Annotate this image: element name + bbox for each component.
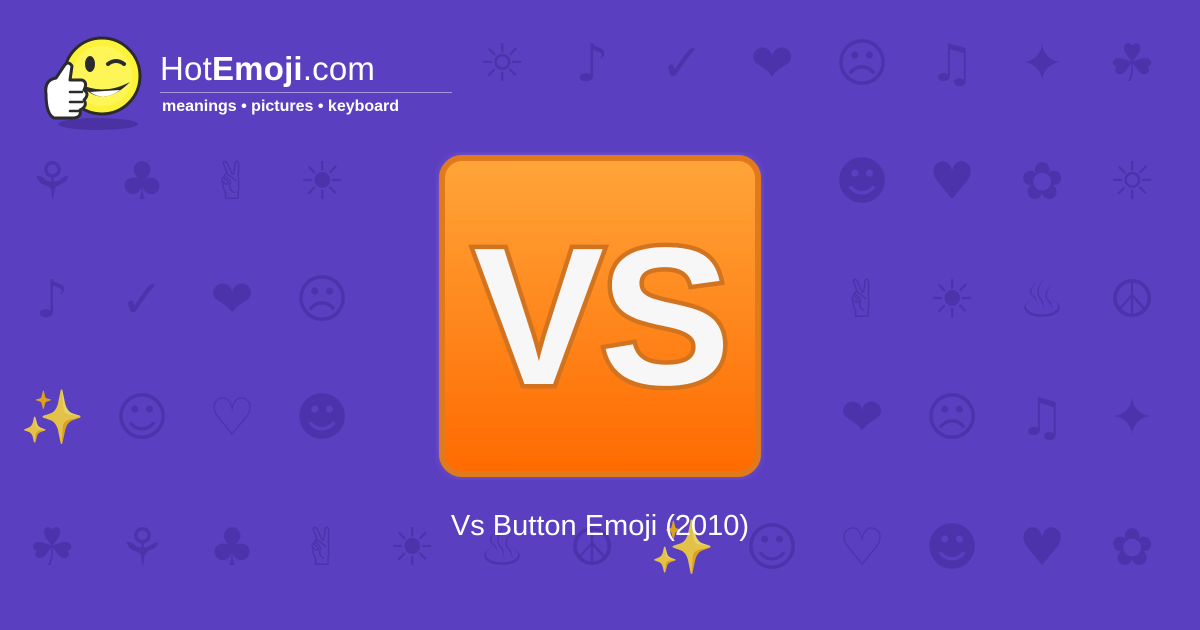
background-emoji-icon: ☹: [294, 270, 350, 330]
background-emoji-icon: ❤: [750, 34, 794, 94]
background-emoji-icon: ☹: [924, 388, 980, 448]
background-emoji-icon: ♥: [928, 152, 976, 212]
background-emoji-icon: ✿: [1020, 152, 1064, 212]
background-emoji-icon: ♪: [575, 34, 609, 94]
background-emoji-icon: ✓: [660, 34, 704, 94]
background-emoji-icon: ♫: [1018, 388, 1066, 448]
vs-button-emoji-icon: VS: [439, 155, 761, 477]
background-emoji-icon: ♣: [118, 152, 166, 212]
background-emoji-icon: ✦: [1110, 388, 1154, 448]
background-emoji-icon: ♪: [35, 270, 69, 330]
background-emoji-icon: ☻: [834, 152, 890, 212]
background-emoji-icon: ☘: [1108, 34, 1156, 94]
site-tagline: meanings • pictures • keyboard: [162, 98, 400, 115]
thumbs-up-wink-mascot-icon: [44, 36, 142, 130]
background-emoji-icon: ❤: [840, 388, 884, 448]
vs-button-label: VS: [473, 207, 726, 426]
logo-divider: [160, 92, 452, 93]
background-emoji-icon: ✌: [210, 152, 254, 212]
background-emoji-icon: ❤: [210, 270, 254, 330]
background-emoji-icon: ✦: [1020, 34, 1064, 94]
background-emoji-icon: ☀: [928, 270, 976, 330]
site-title[interactable]: HotEmoji.com: [160, 50, 375, 88]
background-emoji-icon: ☼: [478, 34, 526, 94]
background-emoji-icon: ✓: [120, 270, 164, 330]
site-logo[interactable]: HotEmoji.com meanings • pictures • keybo…: [38, 32, 468, 132]
background-emoji-icon: ⚘: [28, 152, 76, 212]
background-emoji-icon: ☀: [298, 152, 346, 212]
background-emoji-icon: ✨: [20, 388, 85, 448]
background-emoji-icon: ✌: [840, 270, 884, 330]
background-emoji-icon: ☺: [114, 388, 170, 448]
page-caption: Vs Button Emoji (2010): [450, 510, 750, 542]
background-emoji-icon: ♨: [1018, 270, 1066, 330]
background-emoji-icon: ☮: [1108, 270, 1156, 330]
background-emoji-icon: ☼: [1108, 152, 1156, 212]
background-emoji-icon: ☹: [834, 34, 890, 94]
background-emoji-icon: ♡: [208, 388, 256, 448]
background-emoji-icon: ♫: [928, 34, 976, 94]
background-emoji-icon: ☻: [294, 388, 350, 448]
